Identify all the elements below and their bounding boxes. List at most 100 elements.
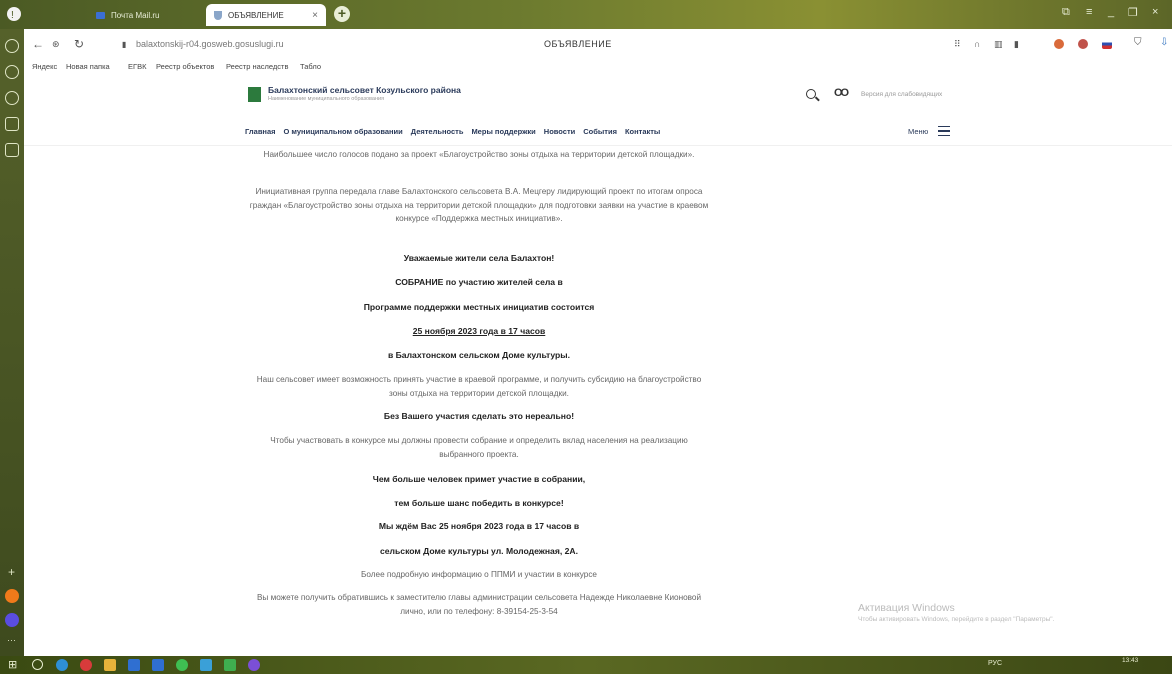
minimize-icon[interactable]: _ — [1108, 6, 1114, 18]
app-icon[interactable] — [152, 659, 164, 671]
extension-icon[interactable] — [1078, 39, 1088, 49]
address-bar: ← ⊛ ↻ ▮ balaxtonskij-r04.gosweb.gosuslug… — [24, 29, 1172, 60]
site-navigation: Главная О муниципальном образовании Деят… — [24, 119, 1172, 146]
meeting-date: 25 ноября 2023 года в 17 часов — [412, 326, 546, 336]
whatsapp-icon[interactable] — [176, 659, 188, 671]
chat-icon[interactable] — [5, 143, 19, 157]
folder-icon[interactable] — [104, 659, 116, 671]
bookmark-registry-objects[interactable]: Реестр объектов — [156, 62, 214, 71]
menu-icon[interactable]: ≡ — [1086, 6, 1092, 18]
split-icon[interactable]: ▥ — [994, 39, 1003, 50]
bold-line: сельском Доме культуры ул. Молодежная, 2… — [380, 546, 578, 556]
paragraph: Наш сельсовет имеет возможность принять … — [256, 375, 702, 398]
search-icon[interactable] — [32, 659, 43, 670]
nav-home[interactable]: Главная — [245, 127, 276, 136]
download-icon[interactable]: ⇩ — [1160, 37, 1168, 48]
reader-icon[interactable]: ∩ — [974, 39, 980, 49]
tab-label: ОБЪЯВЛЕНИЕ — [228, 10, 284, 20]
bookmark-egvk[interactable]: ЕГВК — [128, 62, 146, 71]
bold-line: Уважаемые жители села Балахтон! — [403, 253, 555, 263]
bold-line: Программе поддержки местных инициатив со… — [363, 302, 595, 312]
paragraph: Наибольшее число голосов подано за проек… — [263, 150, 695, 159]
nav-support[interactable]: Меры поддержки — [471, 127, 535, 136]
bookmarks-bar: Яндекс Новая папка ЕГВК Реестр объектов … — [24, 59, 1172, 75]
browser-tab-strip: ! Почта Mail.ru ОБЪЯВЛЕНИЕ × + ⧉ ≡ _ ❐ × — [0, 0, 1172, 29]
watermark-title: Активация Windows — [858, 602, 955, 614]
bookmark-icon[interactable]: ▮ — [1014, 39, 1019, 50]
tab-announcement[interactable]: ОБЪЯВЛЕНИЕ × — [206, 4, 326, 26]
article-content: Наибольшее число голосов подано за проек… — [24, 145, 934, 656]
back-icon[interactable]: ← — [32, 37, 44, 51]
yandex-icon[interactable] — [80, 659, 92, 671]
windows-activation-watermark: Активация Windows Чтобы активировать Win… — [858, 602, 1054, 623]
search-icon[interactable] — [806, 89, 816, 99]
paragraph: Более подробную информацию о ППМИ и учас… — [361, 570, 597, 579]
yandex-browser-icon[interactable]: ! — [6, 6, 22, 22]
lock-icon: ▮ — [122, 40, 127, 49]
menu-label: Меню — [908, 126, 929, 136]
bookmark-tablo[interactable]: Табло — [300, 62, 321, 71]
notes-icon[interactable] — [5, 117, 19, 131]
nav-activity[interactable]: Деятельность — [411, 127, 464, 136]
clock[interactable]: 13:43 — [1122, 657, 1138, 664]
tab-mail[interactable]: Почта Mail.ru — [88, 4, 198, 26]
watermark-text: Чтобы активировать Windows, перейдите в … — [858, 616, 1055, 623]
restore-icon[interactable]: ❐ — [1128, 6, 1138, 19]
nav-news[interactable]: Новости — [544, 127, 575, 136]
url-field[interactable]: balaxtonskij-r04.gosweb.gosuslugi.ru — [136, 39, 284, 49]
play-icon[interactable] — [5, 91, 19, 105]
paragraph: Чтобы участвовать в конкурсе мы должны п… — [270, 436, 688, 459]
site-logo[interactable] — [248, 87, 261, 102]
paragraph: Инициативная группа передала главе Балах… — [249, 187, 709, 223]
close-icon[interactable]: × — [312, 10, 318, 21]
mail-icon — [96, 11, 105, 19]
word-icon[interactable] — [128, 659, 140, 671]
bold-line: СОБРАНИЕ по участию жителей села в — [395, 277, 563, 287]
shield-icon — [214, 10, 222, 20]
protect-icon[interactable]: ⊛ — [52, 39, 60, 50]
tabs-icon[interactable]: ⧉ — [1062, 6, 1070, 19]
reload-icon[interactable]: ↻ — [74, 37, 84, 51]
bold-line: Чем больше человек примет участие в собр… — [372, 474, 586, 484]
more-icon[interactable]: ··· — [7, 635, 16, 645]
page-title: ОБЪЯВЛЕНИЕ — [544, 39, 612, 49]
history-icon[interactable] — [5, 39, 19, 53]
hamburger-icon — [938, 126, 951, 136]
bookmark-new-folder[interactable]: Новая папка — [66, 62, 110, 71]
edge-icon[interactable] — [56, 659, 68, 671]
new-tab-button[interactable]: + — [334, 6, 350, 22]
site-header: Балахтонский сельсовет Козульского район… — [24, 75, 1172, 120]
viber-icon[interactable] — [248, 659, 260, 671]
close-window-icon[interactable]: × — [1152, 6, 1158, 18]
shield-icon[interactable]: ⛉ — [1134, 37, 1142, 48]
windows-start-icon[interactable]: ⊞ — [8, 659, 20, 671]
bookmark-registry-inheritance[interactable]: Реестр наследств — [226, 62, 288, 71]
mail-app-icon[interactable] — [5, 589, 19, 603]
svg-text:!: ! — [11, 10, 14, 21]
glasses-icon[interactable]: OO — [834, 87, 849, 99]
extension-icon[interactable] — [1054, 39, 1064, 49]
nav-contacts[interactable]: Контакты — [625, 127, 660, 136]
browser-sidebar: + ··· — [0, 29, 24, 656]
paragraph: Вы можете получить обратившись к замести… — [256, 593, 702, 616]
nav-events[interactable]: События — [583, 127, 617, 136]
site-subtitle: Наименование муниципального образования — [268, 96, 385, 102]
bookmarks-icon[interactable] — [5, 65, 19, 79]
tab-label: Почта Mail.ru — [111, 10, 160, 20]
bookmark-yandex[interactable]: Яндекс — [32, 62, 57, 71]
translate-icon[interactable]: ⠿ — [954, 39, 961, 50]
add-icon[interactable]: + — [8, 565, 15, 579]
media-icon[interactable] — [224, 659, 236, 671]
taskbar: ⊞ РУС 13:43 — [0, 656, 1172, 674]
bold-line: Мы ждём Вас 25 ноября 2023 года в 17 час… — [378, 521, 580, 531]
bold-line: тем больше шанс победить в конкурсе! — [394, 498, 564, 508]
system-tray-language[interactable]: РУС — [988, 660, 1002, 667]
media-icon[interactable] — [200, 659, 212, 671]
vision-impaired-link[interactable]: Версия для слабовидящих — [861, 91, 942, 98]
bold-line: в Балахтонском сельском Доме культуры. — [387, 350, 571, 360]
alice-icon[interactable] — [5, 613, 19, 627]
menu-button[interactable]: Меню — [908, 126, 951, 136]
site-title[interactable]: Балахтонский сельсовет Козульского район… — [268, 85, 461, 95]
nav-about[interactable]: О муниципальном образовании — [284, 127, 403, 136]
language-icon[interactable] — [1102, 39, 1112, 49]
